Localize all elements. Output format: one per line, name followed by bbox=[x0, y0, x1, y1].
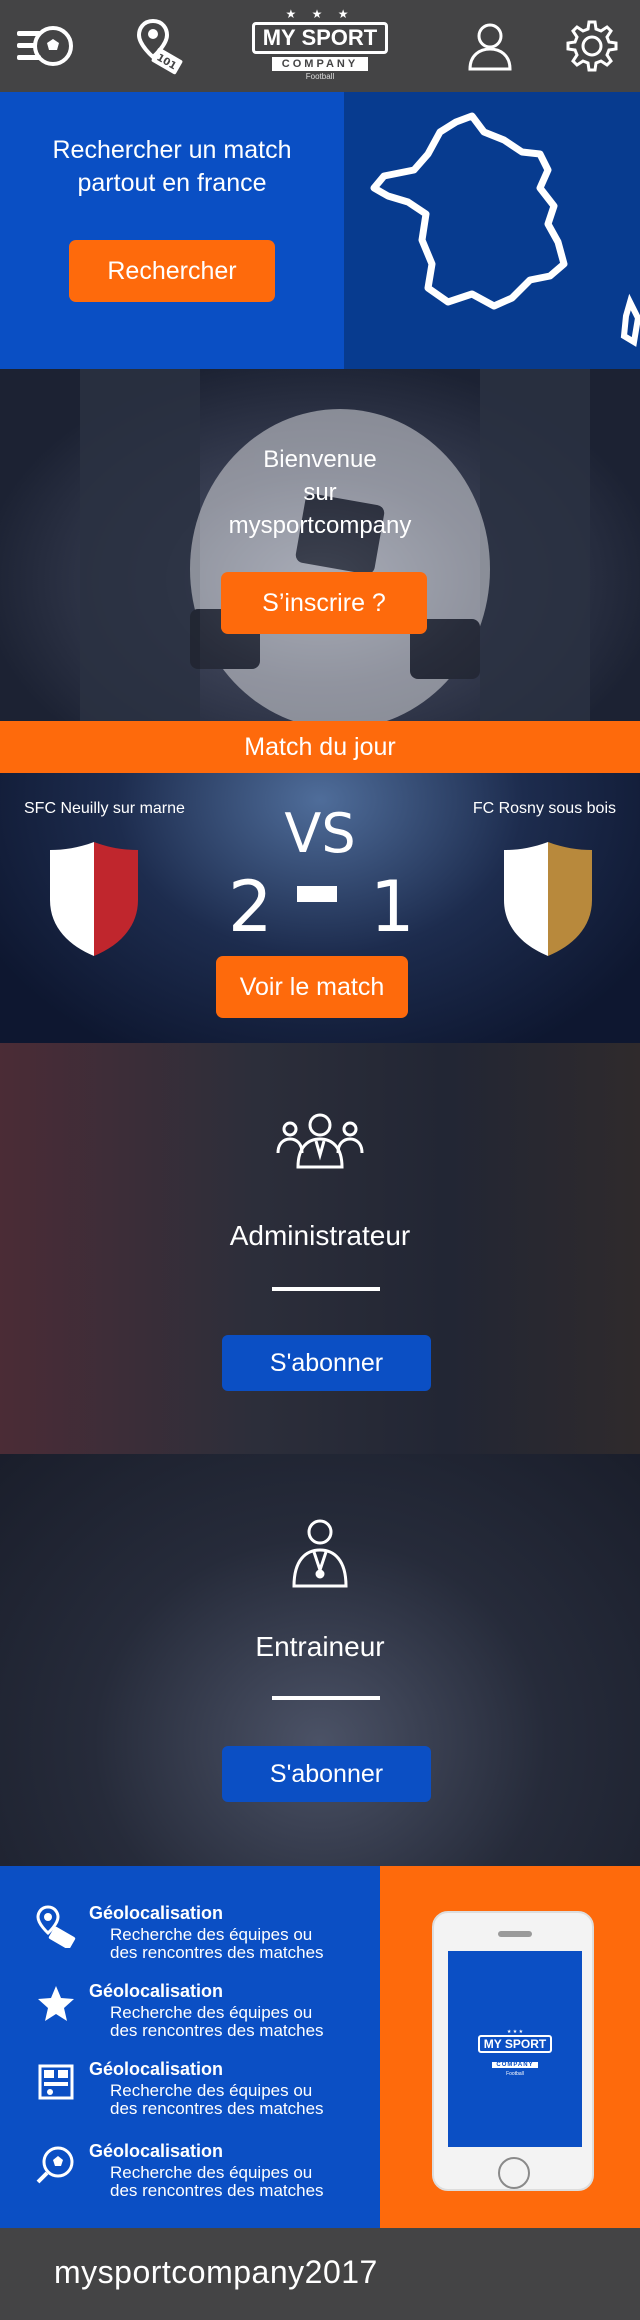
logo-name: MY SPORT bbox=[251, 22, 389, 54]
phone-app-logo: ★ ★ ★ MY SPORT COMPANY Football bbox=[476, 2029, 554, 2077]
phone-logo-sub: Football bbox=[506, 2071, 524, 2077]
admin-subscribe-button[interactable]: S'abonner bbox=[222, 1335, 431, 1391]
welcome-line-2: sur bbox=[303, 479, 337, 506]
phone-speaker bbox=[498, 1931, 532, 1937]
menu-ball-icon[interactable] bbox=[12, 14, 76, 78]
welcome-line-3: mysportcompany bbox=[228, 512, 412, 539]
welcome-line-1: Bienvenue bbox=[263, 446, 377, 473]
feature-description-line-2: des rencontres des matches bbox=[110, 2021, 324, 2040]
coach-divider bbox=[272, 1696, 380, 1700]
scoreboard-icon bbox=[38, 2064, 74, 2100]
welcome-text: Bienvenue sur mysportcompany bbox=[0, 443, 640, 542]
feature-description-line-1: Recherche des équipes ou bbox=[110, 2163, 313, 2182]
feature-title: Géolocalisation bbox=[89, 1903, 224, 1923]
features-list: Géolocalisation Recherche des équipes ou… bbox=[0, 1866, 380, 2228]
signup-button[interactable]: S’inscrire ? bbox=[221, 572, 427, 634]
search-button[interactable]: Rechercher bbox=[69, 240, 275, 302]
phone-logo-name: MY SPORT bbox=[477, 2035, 553, 2053]
feature-description: Recherche des équipes ou des rencontres … bbox=[110, 2004, 380, 2040]
admin-team-icon bbox=[276, 1113, 364, 1169]
feature-description-line-1: Recherche des équipes ou bbox=[110, 1925, 313, 1944]
coach-role-title: Entraineur bbox=[255, 1631, 385, 1662]
features-section: Géolocalisation Recherche des équipes ou… bbox=[0, 1866, 640, 2228]
feature-description-line-2: des rencontres des matches bbox=[110, 1943, 324, 1962]
background-jacket-left bbox=[80, 369, 200, 721]
watch-match-button[interactable]: Voir le match bbox=[216, 956, 408, 1018]
brand-logo[interactable]: ★ ★ ★ MY SPORT COMPANY Football bbox=[250, 8, 390, 84]
logo-sub: Football bbox=[305, 72, 335, 81]
coach-icon bbox=[292, 1519, 348, 1588]
feature-description-line-2: des rencontres des matches bbox=[110, 2099, 324, 2118]
feature-item[interactable]: Géolocalisation Recherche des équipes ou… bbox=[34, 1902, 374, 1972]
logo-company: COMPANY bbox=[271, 57, 369, 71]
feature-item[interactable]: Géolocalisation Recherche des équipes ou… bbox=[34, 1980, 374, 2050]
feature-description-line-1: Recherche des équipes ou bbox=[110, 2081, 313, 2100]
phone-mockup: ★ ★ ★ MY SPORT COMPANY Football bbox=[432, 1911, 594, 2191]
feature-description: Recherche des équipes ou des rencontres … bbox=[110, 2164, 380, 2200]
versus-label: VS bbox=[284, 802, 356, 865]
star-icon bbox=[38, 1986, 74, 2021]
feature-description-line-2: des rencontres des matches bbox=[110, 2181, 324, 2200]
footer-brand: mysportcompany2017 bbox=[54, 2254, 378, 2290]
user-icon[interactable] bbox=[458, 14, 522, 78]
feature-title: Géolocalisation bbox=[89, 1981, 224, 2001]
search-panel: Rechercher un match partout en france Re… bbox=[0, 92, 344, 369]
top-header: 101 ★ ★ ★ MY SPORT COMPANY Football bbox=[0, 0, 640, 92]
search-title: Rechercher un match partout en france bbox=[52, 136, 292, 197]
feature-title: Géolocalisation bbox=[89, 2141, 224, 2161]
score-separator bbox=[297, 886, 337, 902]
app-promo-panel: ★ ★ ★ MY SPORT COMPANY Football bbox=[380, 1866, 640, 2228]
feature-description: Recherche des équipes ou des rencontres … bbox=[110, 2082, 380, 2118]
phone-screen: ★ ★ ★ MY SPORT COMPANY Football bbox=[448, 1951, 582, 2147]
match-of-the-day-title: Match du jour bbox=[0, 721, 640, 773]
footer: mysportcompany2017 bbox=[0, 2228, 640, 2320]
coach-subscription-section: Entraineur S'abonner bbox=[0, 1454, 640, 1866]
feature-item[interactable]: Géolocalisation Recherche des équipes ou… bbox=[34, 2140, 374, 2210]
feature-item[interactable]: Géolocalisation Recherche des équipes ou… bbox=[34, 2058, 374, 2128]
map-pin-icon bbox=[36, 1905, 76, 1948]
welcome-section: Bienvenue sur mysportcompany S’inscrire … bbox=[0, 369, 640, 721]
feature-description-line-1: Recherche des équipes ou bbox=[110, 2003, 313, 2022]
background-jacket-right bbox=[480, 369, 590, 721]
coach-subscribe-button[interactable]: S'abonner bbox=[222, 1746, 431, 1802]
france-map-panel bbox=[344, 92, 640, 369]
admin-role-title: Administrateur bbox=[229, 1220, 411, 1251]
admin-subscription-section: Administrateur S'abonner bbox=[0, 1043, 640, 1454]
phone-logo-company: COMPANY bbox=[492, 2062, 538, 2068]
search-section: Rechercher un match partout en france Re… bbox=[0, 92, 640, 369]
feature-title: Géolocalisation bbox=[89, 2059, 224, 2079]
france-map-icon[interactable] bbox=[344, 92, 640, 369]
match-section: SFC Neuilly sur marne FC Rosny sous bois… bbox=[0, 773, 640, 1043]
feature-description: Recherche des équipes ou des rencontres … bbox=[110, 1926, 380, 1962]
phone-home-button bbox=[498, 2157, 530, 2189]
home-score: 2 bbox=[228, 866, 273, 948]
away-score: 1 bbox=[370, 866, 415, 948]
gear-icon[interactable] bbox=[560, 14, 624, 78]
map-pin-icon[interactable]: 101 bbox=[128, 14, 192, 78]
admin-divider bbox=[272, 1287, 380, 1291]
football-search-icon bbox=[36, 2146, 74, 2184]
logo-stars: ★ ★ ★ bbox=[285, 7, 355, 21]
